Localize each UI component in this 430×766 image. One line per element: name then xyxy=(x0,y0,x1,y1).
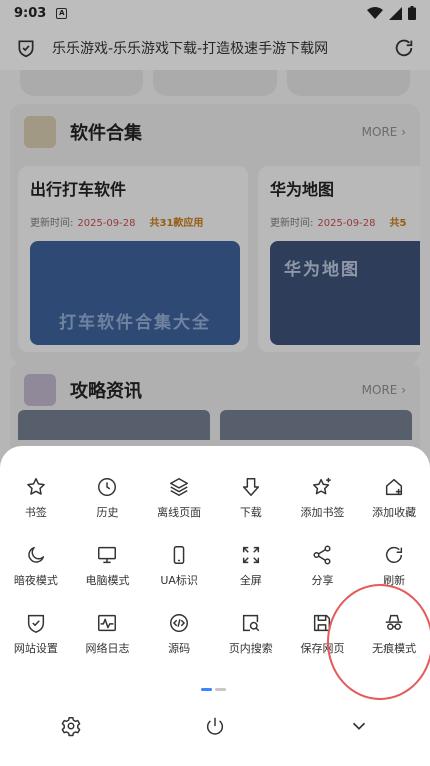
fullscreen-icon xyxy=(242,546,259,564)
moon-icon xyxy=(28,546,44,563)
share-icon xyxy=(313,545,332,565)
browser-menu-sheet: 书签 历史 离线页面 下载 添加书签 添加收藏 暗夜模式 电脑模式 UA标识 全… xyxy=(0,446,430,766)
download-icon xyxy=(242,478,259,496)
menu-item-label: 离线页面 xyxy=(157,506,202,519)
menu-item-label: 添加收藏 xyxy=(372,506,417,519)
menu-item-label: 全屏 xyxy=(239,574,262,587)
settings-button[interactable] xyxy=(60,715,82,741)
phone-icon xyxy=(173,546,185,564)
power-icon xyxy=(206,717,224,735)
pulse-icon xyxy=(98,614,117,632)
save-icon xyxy=(314,614,331,632)
menu-item-fullscreen[interactable]: 全屏 xyxy=(215,544,287,594)
menu-bottom-bar xyxy=(0,708,430,748)
star-icon xyxy=(27,478,45,495)
menu-item-add-favorite[interactable]: 添加收藏 xyxy=(358,476,430,526)
menu-item-label: 电脑模式 xyxy=(85,574,130,587)
menu-item-label: 添加书签 xyxy=(300,506,345,519)
exit-button[interactable] xyxy=(204,715,226,741)
menu-item-label: 刷新 xyxy=(383,574,406,587)
menu-item-label: 页内搜索 xyxy=(228,642,273,655)
menu-item-downloads[interactable]: 下载 xyxy=(215,476,287,526)
shield-check-icon xyxy=(27,614,44,633)
nav-strip xyxy=(0,756,430,766)
menu-item-label: 暗夜模式 xyxy=(13,574,58,587)
incognito-icon xyxy=(385,614,403,630)
menu-grid: 书签 历史 离线页面 下载 添加书签 添加收藏 暗夜模式 电脑模式 UA标识 全… xyxy=(0,476,430,662)
menu-item-label: 历史 xyxy=(96,506,119,519)
clock-icon xyxy=(98,478,117,496)
menu-item-label: UA标识 xyxy=(160,574,198,587)
menu-item-label: 无痕模式 xyxy=(372,642,417,655)
menu-item-label: 保存网页 xyxy=(300,642,345,655)
menu-item-bookmarks[interactable]: 书签 xyxy=(0,476,72,526)
refresh-icon xyxy=(386,546,403,563)
menu-item-offline-pages[interactable]: 离线页面 xyxy=(143,476,215,526)
menu-item-dark-mode[interactable]: 暗夜模式 xyxy=(0,544,72,594)
menu-item-refresh[interactable]: 刷新 xyxy=(358,544,430,594)
menu-item-label: 源码 xyxy=(168,642,191,655)
menu-item-site-settings[interactable]: 网站设置 xyxy=(0,612,72,662)
code-icon xyxy=(170,614,189,632)
menu-item-desktop-mode[interactable]: 电脑模式 xyxy=(72,544,144,594)
layers-icon xyxy=(170,478,189,496)
search-page-icon xyxy=(242,614,260,632)
menu-item-label: 网站设置 xyxy=(13,642,58,655)
menu-item-source-code[interactable]: 源码 xyxy=(143,612,215,662)
menu-item-save-page[interactable]: 保存网页 xyxy=(287,612,359,662)
home-plus-icon xyxy=(386,478,403,496)
gear-icon xyxy=(61,717,81,737)
menu-item-label: 分享 xyxy=(311,574,334,587)
collapse-menu-button[interactable] xyxy=(348,715,370,741)
star-plus-icon xyxy=(313,477,332,495)
menu-item-user-agent[interactable]: UA标识 xyxy=(143,544,215,594)
menu-item-add-bookmark[interactable]: 添加书签 xyxy=(287,476,359,526)
menu-item-history[interactable]: 历史 xyxy=(72,476,144,526)
menu-item-find-in-page[interactable]: 页内搜索 xyxy=(215,612,287,662)
menu-item-incognito[interactable]: 无痕模式 xyxy=(358,612,430,662)
menu-item-label: 下载 xyxy=(239,506,262,519)
page-indicator xyxy=(201,688,226,691)
menu-item-share[interactable]: 分享 xyxy=(287,544,359,594)
menu-item-label: 书签 xyxy=(24,506,47,519)
monitor-icon xyxy=(98,546,117,564)
menu-item-label: 网络日志 xyxy=(85,642,130,655)
menu-item-network-log[interactable]: 网络日志 xyxy=(72,612,144,662)
chevron-down-icon xyxy=(352,722,366,730)
